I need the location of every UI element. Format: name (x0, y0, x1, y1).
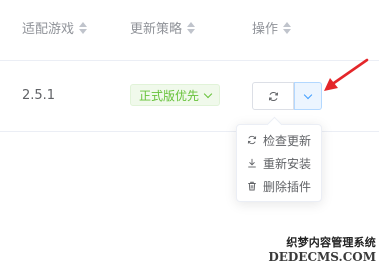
watermark-title: 织梦内容管理系统 (286, 236, 376, 249)
menu-item-delete-plugin[interactable]: 删除插件 (247, 176, 311, 196)
watermark-domain: DEDECMS.COM (268, 250, 376, 264)
menu-item-check-update[interactable]: 检查更新 (247, 130, 311, 150)
menu-item-label: 删除插件 (263, 179, 312, 194)
watermark: 织梦内容管理系统 DEDECMS.COM (268, 236, 376, 264)
download-icon (248, 158, 256, 168)
menu-item-label: 重新安装 (263, 156, 312, 171)
red-arrow-annotation (324, 58, 369, 91)
trash-icon (248, 181, 256, 191)
menu-item-label: 检查更新 (263, 133, 312, 148)
refresh-icon (247, 135, 257, 145)
more-actions-menu: 检查更新 重新安装 删除插件 (236, 124, 322, 202)
menu-item-reinstall[interactable]: 重新安装 (247, 153, 311, 173)
